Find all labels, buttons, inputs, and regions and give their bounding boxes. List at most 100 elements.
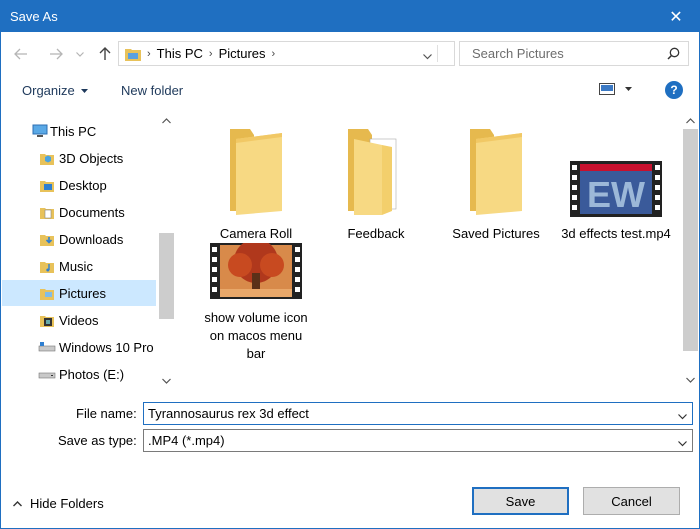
sidebar-item-pictures[interactable]: Pictures <box>2 280 156 306</box>
chevron-down-icon[interactable] <box>678 435 687 450</box>
scrollbar-thumb[interactable] <box>159 233 174 319</box>
new-folder-label: New folder <box>121 83 184 98</box>
up-button[interactable] <box>92 41 118 67</box>
file-name-value: Tyrannosaurus rex 3d effect <box>148 406 309 421</box>
help-button[interactable]: ? <box>665 81 683 99</box>
sidebar-item-label: Documents <box>59 204 125 220</box>
scroll-up-icon[interactable] <box>161 115 172 126</box>
videos-icon <box>40 313 54 327</box>
sidebar-item-videos[interactable]: Videos <box>2 307 156 333</box>
sidebar-item-music[interactable]: Music <box>2 253 156 279</box>
sidebar-item-windows-10-pro[interactable]: Windows 10 Pro <box>2 334 156 360</box>
scrollbar-thumb[interactable] <box>683 129 698 351</box>
file-list-scrollbar[interactable] <box>681 111 700 393</box>
file-name-label: 3d effects test.mp4 <box>561 226 671 241</box>
downloads-icon <box>40 232 54 246</box>
chevron-down-icon <box>423 54 432 60</box>
folder-icon <box>230 129 282 215</box>
sidebar-item-label: Videos <box>59 312 99 328</box>
recent-locations-button[interactable] <box>73 41 87 67</box>
breadcrumb-separator-icon: › <box>208 47 213 60</box>
navigation-pane: This PC 3D Objects Desktop Documents Dow… <box>2 111 176 393</box>
file-name-label: Saved Pictures <box>452 226 540 241</box>
save-as-dialog: Save As ✕ › This PC › Pictures › Search … <box>0 0 700 529</box>
arrow-right-icon <box>50 48 63 60</box>
folder-item-camera-roll[interactable]: Camera Roll <box>201 117 311 243</box>
title-bar: Save As ✕ <box>1 1 699 32</box>
scroll-down-icon[interactable] <box>161 375 172 386</box>
music-icon <box>40 259 54 273</box>
sidebar-item-downloads[interactable]: Downloads <box>2 226 156 252</box>
video-thumbnail-icon: EW <box>570 161 662 217</box>
save-type-select[interactable]: .MP4 (*.mp4) <box>143 429 693 452</box>
file-list: Camera Roll Feedback Saved Pictures EW 3… <box>181 111 679 393</box>
chevron-up-icon <box>13 500 22 506</box>
file-name-label: Feedback <box>347 226 405 241</box>
pictures-folder-icon <box>125 48 141 61</box>
search-input[interactable]: Search Pictures <box>459 41 689 66</box>
sidebar-item-label: Windows 10 Pro <box>59 339 154 355</box>
video-item-show-volume-icon[interactable]: show volume icon on macos menu bar <box>201 239 311 363</box>
sidebar-item-desktop[interactable]: Desktop <box>2 172 156 198</box>
organize-label: Organize <box>22 83 75 98</box>
desktop-icon <box>40 178 54 192</box>
save-type-value: .MP4 (*.mp4) <box>148 433 225 448</box>
folder-with-documents-icon <box>348 129 397 215</box>
chevron-down-icon[interactable] <box>678 408 687 423</box>
sidebar-item-label: This PC <box>50 123 97 139</box>
video-thumbnail-icon <box>210 243 302 299</box>
sidebar-item-3d-objects[interactable]: 3D Objects <box>2 145 156 171</box>
sidebar-item-photos-e[interactable]: Photos (E:) <box>2 361 156 387</box>
video-thumbnail-text: EW <box>587 174 645 215</box>
caret-down-icon <box>80 88 88 93</box>
hide-folders-label: Hide Folders <box>30 496 104 511</box>
sidebar-item-this-pc[interactable]: This PC <box>2 118 156 144</box>
new-folder-button[interactable]: New folder <box>121 83 183 98</box>
file-name-field-label: File name: <box>76 406 137 421</box>
close-button[interactable]: ✕ <box>653 1 699 32</box>
window-title: Save As <box>10 9 58 24</box>
address-bar[interactable]: › This PC › Pictures › <box>118 41 455 66</box>
navigation-scrollbar[interactable] <box>157 111 176 393</box>
save-button[interactable]: Save <box>472 487 569 515</box>
sidebar-item-label: Pictures <box>59 285 106 301</box>
3d-objects-icon <box>40 151 54 165</box>
file-name-field[interactable]: Tyrannosaurus rex 3d effect <box>143 402 693 425</box>
drive-icon <box>38 341 56 353</box>
arrow-left-icon <box>14 48 27 60</box>
drive-icon <box>38 368 56 380</box>
pictures-icon <box>40 286 54 300</box>
documents-icon <box>40 205 54 219</box>
sidebar-item-documents[interactable]: Documents <box>2 199 156 225</box>
sidebar-item-label: Music <box>59 258 93 274</box>
sidebar-item-label: 3D Objects <box>59 150 124 166</box>
refresh-button[interactable] <box>437 45 438 62</box>
video-item-3d-effects-test[interactable]: EW 3d effects test.mp4 <box>561 117 671 243</box>
organize-button[interactable]: Organize <box>22 83 88 98</box>
scroll-up-icon[interactable] <box>685 115 696 126</box>
back-button[interactable] <box>8 41 34 67</box>
forward-button[interactable] <box>43 41 69 67</box>
search-icon[interactable] <box>667 47 680 63</box>
cancel-button[interactable]: Cancel <box>583 487 680 515</box>
breadcrumb-this-pc[interactable]: This PC <box>157 46 203 61</box>
address-history-button[interactable] <box>423 48 432 63</box>
computer-icon <box>32 124 48 138</box>
folder-item-feedback[interactable]: Feedback <box>321 117 431 243</box>
save-type-field-label: Save as type: <box>58 433 137 448</box>
breadcrumb-separator-icon: › <box>271 47 276 60</box>
scroll-down-icon[interactable] <box>685 374 696 385</box>
sidebar-item-label: Desktop <box>59 177 107 193</box>
folder-item-saved-pictures[interactable]: Saved Pictures <box>441 117 551 243</box>
chevron-down-icon <box>76 51 84 57</box>
caret-down-icon <box>625 87 632 91</box>
close-icon: ✕ <box>669 8 683 26</box>
breadcrumb-pictures[interactable]: Pictures <box>219 46 266 61</box>
change-view-button[interactable] <box>599 83 632 95</box>
arrow-up-icon <box>99 47 111 60</box>
hide-folders-button[interactable]: Hide Folders <box>13 496 104 511</box>
folder-icon <box>470 129 522 215</box>
breadcrumb-separator-icon: › <box>147 47 151 60</box>
file-name-label: show volume icon on macos menu bar <box>204 310 308 361</box>
view-icon <box>599 83 615 95</box>
